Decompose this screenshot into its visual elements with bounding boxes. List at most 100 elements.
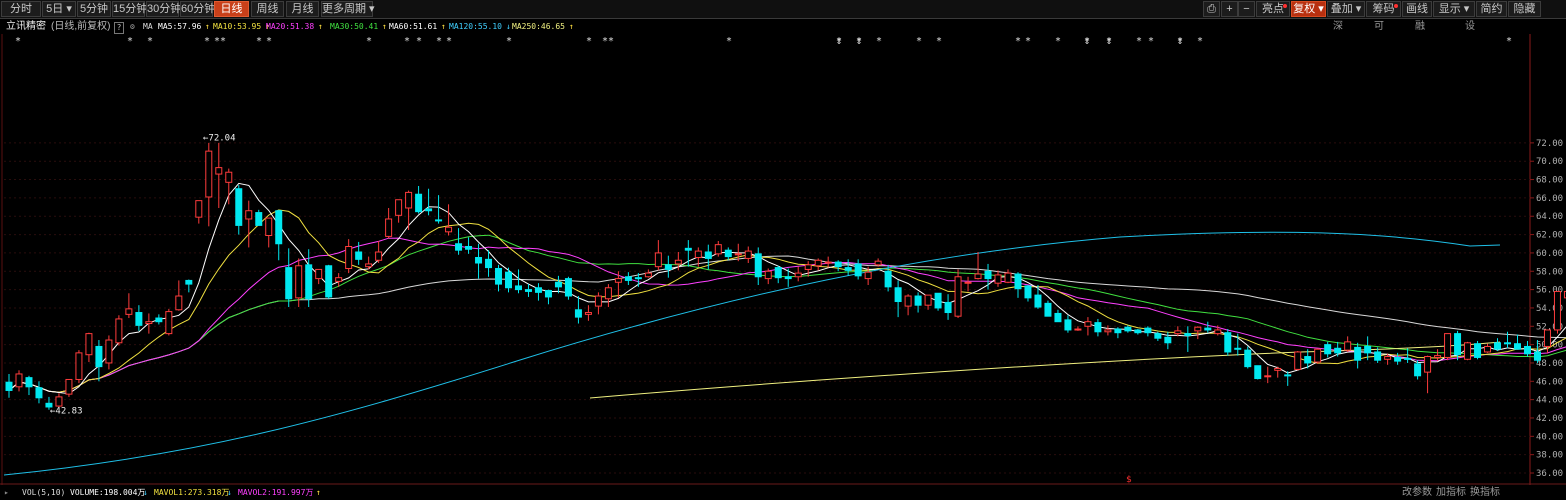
candle — [165, 308, 173, 336]
price-tick-label: 44.00 — [1536, 396, 1563, 406]
adjust-rights-button[interactable]: 复权 ▾ — [1291, 1, 1326, 17]
candle-body — [1404, 357, 1412, 360]
dividend-marker-icon: ⇕ — [1106, 37, 1113, 46]
event-marker-icon: * — [877, 36, 882, 47]
event-marker-icon: * — [257, 36, 262, 47]
draw-line-button[interactable]: 画线 — [1402, 1, 1432, 17]
candle-body — [834, 261, 842, 268]
minus-icon[interactable]: − — [1238, 1, 1255, 17]
candle-body — [1364, 345, 1372, 354]
export-icon[interactable]: ⎙ — [1203, 1, 1220, 17]
event-marker-icon: * — [1149, 36, 1154, 47]
candle-body — [1533, 351, 1541, 361]
candle-body — [1204, 327, 1212, 331]
candle-body — [644, 272, 652, 278]
candle-body — [265, 217, 273, 236]
candle-body — [55, 396, 63, 407]
event-marker-icon: * — [128, 36, 133, 47]
candle-body — [1074, 328, 1082, 331]
candle-body — [1454, 333, 1462, 356]
kline-chart[interactable]: 36.0038.0040.0042.0044.0046.0048.0050.00… — [0, 34, 1566, 485]
candle-body — [1274, 367, 1282, 371]
candle-body — [874, 260, 882, 266]
tab-intraday[interactable]: 分时 — [1, 1, 41, 17]
candle — [65, 378, 73, 397]
tab-15min[interactable]: 15分钟 — [112, 1, 147, 17]
candle-body — [1294, 351, 1302, 370]
candle-body — [1264, 375, 1272, 378]
hide-button[interactable]: 隐藏 — [1508, 1, 1541, 17]
candle-body — [1394, 356, 1402, 362]
candle — [1294, 351, 1302, 371]
price-tick-label: 62.00 — [1536, 231, 1563, 241]
candle-body — [534, 287, 542, 293]
event-marker-icon: * — [437, 36, 442, 47]
candle-body — [1543, 329, 1551, 347]
event-marker-icon: * — [1137, 36, 1142, 47]
dividend-marker-icon: ⇕ — [836, 37, 843, 46]
tab-monthly[interactable]: 月线 — [286, 1, 319, 17]
tab-60min[interactable]: 60分钟 — [180, 1, 215, 17]
candle-body — [704, 251, 712, 259]
low-price-label: ←42.83 — [50, 406, 83, 416]
candle-body — [175, 295, 183, 311]
dividend-marker-icon: ⇕ — [856, 37, 863, 46]
candle-body — [614, 278, 622, 283]
candle-body — [475, 257, 483, 264]
plus-icon[interactable]: + — [1221, 1, 1238, 17]
candle-body — [724, 249, 732, 258]
candle — [115, 315, 123, 346]
edit-params-link[interactable]: 改参数 — [1402, 486, 1432, 500]
candle-body — [95, 345, 103, 368]
ma-settings-icon[interactable]: ⚙ — [130, 20, 135, 34]
event-marker-icon: * — [221, 36, 226, 47]
event-marker-icon: * — [507, 36, 512, 47]
candle-body — [574, 309, 582, 318]
tab-5min[interactable]: 5分钟 — [77, 1, 111, 17]
tab-30min[interactable]: 30分钟 — [146, 1, 181, 17]
candle-body — [604, 287, 612, 300]
candle — [1314, 348, 1322, 364]
event-marker-icon: * — [917, 36, 922, 47]
ma-value-6: MA250:46.65 — [512, 22, 565, 31]
event-marker-icon: * — [16, 36, 21, 47]
candle-body — [355, 251, 363, 260]
candle-body — [165, 311, 173, 335]
overlay-button[interactable]: 叠加 ▾ — [1327, 1, 1365, 17]
tab-more-periods[interactable]: 更多周期 ▾ — [321, 1, 375, 17]
candle-body — [1434, 355, 1442, 358]
chart-background — [0, 34, 1566, 485]
tab-daily[interactable]: 日线 — [214, 1, 249, 17]
tab-weekly[interactable]: 周线 — [251, 1, 284, 17]
tab-5day[interactable]: 5日 ▾ — [42, 1, 76, 17]
candle-body — [1523, 345, 1531, 355]
candle-body — [1384, 356, 1392, 360]
notify-dot-icon — [1283, 4, 1287, 8]
display-button[interactable]: 显示 ▾ — [1433, 1, 1475, 17]
candle-body — [904, 295, 912, 307]
candle-body — [1064, 319, 1072, 331]
candle-body — [734, 253, 742, 256]
chips-button[interactable]: 筹码 — [1366, 1, 1401, 17]
candle-body — [1424, 356, 1432, 373]
candle-body — [864, 271, 872, 280]
dividend-dollar-icon: $ — [1126, 475, 1132, 485]
help-icon[interactable]: ? — [114, 22, 124, 34]
event-marker-icon: * — [603, 36, 608, 47]
price-tick-label: 58.00 — [1536, 267, 1563, 277]
add-indicator-link[interactable]: 加指标 — [1436, 486, 1466, 500]
simple-mode-button[interactable]: 简约 — [1476, 1, 1507, 17]
candle-body — [624, 276, 632, 281]
switch-indicator-link[interactable]: 换指标 — [1470, 486, 1500, 500]
candle-body — [1474, 343, 1482, 358]
collapse-icon[interactable]: ▸ — [4, 486, 9, 500]
candle-body — [15, 373, 23, 388]
price-tick-label: 66.00 — [1536, 194, 1563, 204]
candle-body — [1494, 342, 1502, 350]
price-tick-label: 68.00 — [1536, 176, 1563, 186]
candle-body — [1334, 347, 1342, 354]
highlight-button[interactable]: 亮点 — [1256, 1, 1290, 17]
dividend-marker-icon: ⇕ — [1084, 37, 1091, 46]
ma-value-3: MA30:50.41 — [330, 22, 379, 31]
candle — [75, 350, 83, 384]
